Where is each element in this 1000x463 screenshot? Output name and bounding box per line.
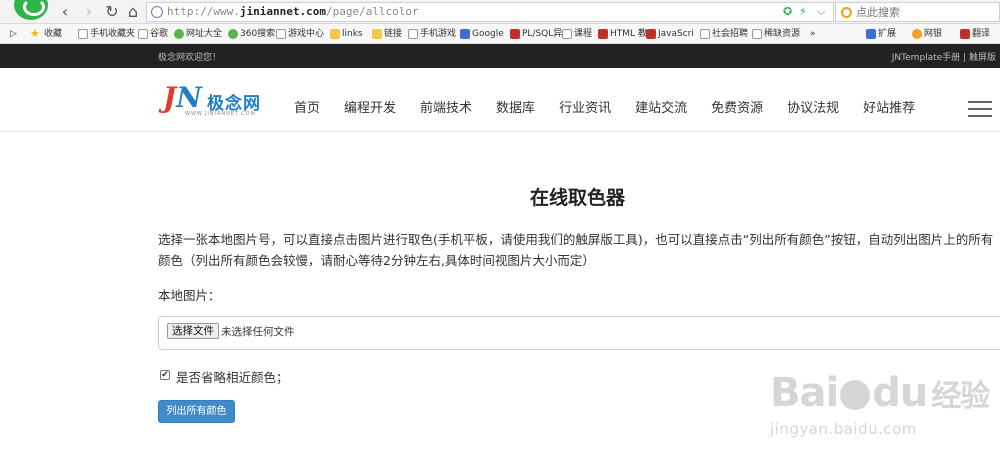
- site-topbar: 极念网欢迎您！ JNTemplate手册 | 触屏版: [0, 44, 1000, 68]
- bank-icon: [912, 29, 922, 39]
- omit-similar-label: 是否省略相近颜色；: [176, 370, 289, 385]
- bookmark-item[interactable]: Google: [460, 27, 504, 41]
- bookmark-item[interactable]: PL/SQL异: [510, 27, 562, 41]
- bookmark-item[interactable]: 课程: [562, 27, 592, 41]
- site-icon: [228, 29, 238, 39]
- list-all-colors-button[interactable]: 列出所有颜色: [158, 400, 235, 423]
- lightning-icon[interactable]: ⚡: [799, 5, 807, 18]
- refresh-button[interactable]: ↻: [103, 3, 121, 21]
- address-url[interactable]: http://www.jiniannet.com/page/allcolor: [167, 5, 419, 18]
- bookmark-item[interactable]: 手机游戏: [408, 27, 456, 41]
- nav-free-resources[interactable]: 免费资源: [711, 97, 763, 116]
- nav-news[interactable]: 行业资讯: [559, 97, 611, 116]
- nav-laws[interactable]: 协议法规: [787, 97, 839, 116]
- page-description: 选择一张本地图片号，可以直接点击图片进行取色(手机平板，请使用我们的触屏版工具)…: [158, 232, 994, 268]
- w3-icon: [598, 29, 608, 39]
- welcome-text: 极念网欢迎您！: [158, 53, 222, 63]
- bookmark-item[interactable]: 稀缺资源: [752, 27, 800, 41]
- bookmark-item[interactable]: 游戏中心: [276, 27, 324, 41]
- address-bar[interactable]: http://www.jiniannet.com/page/allcolor ✪…: [146, 2, 834, 22]
- omit-similar-checkbox[interactable]: ✔: [160, 370, 170, 380]
- forward-button[interactable]: ›: [80, 3, 98, 21]
- bookmark-item[interactable]: 谷歌: [138, 27, 168, 41]
- bookmark-item[interactable]: 手机收藏夹: [78, 27, 135, 41]
- chevron-down-icon[interactable]: ⌵: [817, 5, 825, 19]
- bookmarks-toggle-icon[interactable]: ▷: [10, 27, 17, 41]
- file-status-text: 未选择任何文件: [221, 326, 295, 338]
- main-nav: 首页 编程开发 前端技术 数据库 行业资讯 建站交流 免费资源 协议法规 好站推…: [294, 97, 939, 116]
- logo-url: WWW.JINIANNET.COM: [185, 111, 256, 117]
- bookmark-item[interactable]: 社会招聘: [700, 27, 748, 41]
- hamburger-menu-icon[interactable]: [968, 101, 992, 117]
- home-button[interactable]: ⌂: [124, 3, 142, 21]
- bookmark-item[interactable]: JavaScri: [646, 27, 694, 41]
- bookmark-item[interactable]: 网址大全: [174, 27, 222, 41]
- page-icon: [138, 29, 148, 39]
- search-input[interactable]: [856, 5, 996, 20]
- search-icon: [841, 7, 852, 18]
- logo-mark: JN: [163, 81, 202, 114]
- nav-database[interactable]: 数据库: [496, 97, 535, 116]
- translate-icon: [960, 29, 970, 39]
- back-button[interactable]: ‹: [56, 3, 74, 21]
- nav-recommended[interactable]: 好站推荐: [863, 97, 915, 116]
- translate-button[interactable]: 翻译: [960, 27, 990, 41]
- nav-webmaster[interactable]: 建站交流: [635, 97, 687, 116]
- globe-icon: [151, 6, 163, 18]
- site-icon: [174, 29, 184, 39]
- bookmark-item[interactable]: ★ 收藏: [30, 27, 62, 41]
- extension-icon: [866, 29, 876, 39]
- page-title: 在线取色器: [529, 187, 625, 209]
- gamepad-icon: [276, 29, 286, 39]
- file-input[interactable]: 选择文件 未选择任何文件: [158, 316, 1000, 350]
- google-icon: [460, 29, 470, 39]
- choose-file-button[interactable]: 选择文件: [167, 323, 219, 339]
- w3-icon: [646, 29, 656, 39]
- site-logo[interactable]: JN 极念网 WWW.JINIANNET.COM: [163, 83, 273, 119]
- browser-toolbar: ‹ › ↻ ⌂ http://www.jiniannet.com/page/al…: [0, 0, 1000, 24]
- nav-home[interactable]: 首页: [294, 97, 320, 116]
- site-header: JN 极念网 WWW.JINIANNET.COM 首页 编程开发 前端技术 数据…: [0, 68, 1000, 132]
- page-icon: [408, 29, 418, 39]
- extensions-button[interactable]: 扩展: [866, 27, 896, 41]
- folder-icon: [330, 29, 340, 39]
- page-icon: [562, 29, 572, 39]
- topbar-links[interactable]: JNTemplate手册 | 触屏版: [892, 50, 996, 63]
- baidu-jingyan-watermark: Bai du 经验 jingyan.baidu.com: [770, 370, 990, 438]
- local-image-label: 本地图片：: [158, 288, 221, 303]
- page-icon: [700, 29, 710, 39]
- bookmark-item[interactable]: HTML 教: [598, 27, 647, 41]
- site-icon: [510, 29, 520, 39]
- bookmarks-bar: ▷ ★ 收藏 手机收藏夹 谷歌 网址大全 360搜索 游戏中心 links 链接 …: [0, 24, 1000, 44]
- bookmark-item[interactable]: 链接: [372, 27, 402, 41]
- page-icon: [752, 29, 762, 39]
- bookmarks-more-button[interactable]: »: [810, 27, 816, 41]
- search-box[interactable]: [835, 2, 1000, 22]
- bank-button[interactable]: 网银: [912, 27, 942, 41]
- nav-frontend[interactable]: 前端技术: [420, 97, 472, 116]
- shield-icon[interactable]: ✪: [783, 5, 792, 18]
- folder-icon: [372, 29, 382, 39]
- browser-logo-icon: [14, 0, 48, 20]
- bookmark-item[interactable]: links: [330, 27, 363, 41]
- star-icon: ★: [30, 27, 40, 40]
- nav-programming[interactable]: 编程开发: [344, 97, 396, 116]
- bookmark-item[interactable]: 360搜索: [228, 27, 275, 41]
- page-icon: [78, 29, 88, 39]
- paw-icon: [840, 380, 871, 410]
